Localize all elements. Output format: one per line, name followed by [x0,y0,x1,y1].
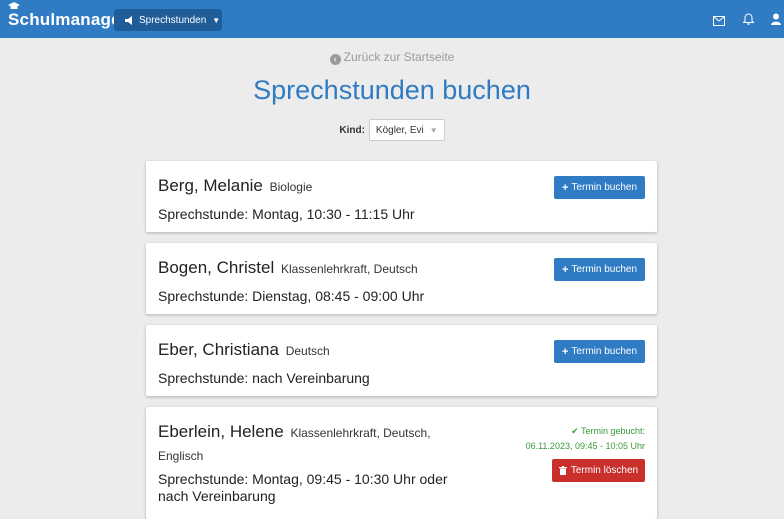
plus-icon: + [561,345,569,358]
office-hours-line1: Sprechstunde: Montag, 09:45 - 10:30 Uhr … [158,471,448,487]
teacher-subjects-continued: Englisch [158,449,204,463]
sprechstunden-menu-button[interactable]: Sprechstunden ▼ [114,9,222,31]
teacher-name: Bogen, Christel [158,258,275,277]
plus-icon: + [561,181,569,194]
teacher-name-line: Bogen, Christel Klassenlehrkraft, Deutsc… [158,258,418,278]
teacher-card: Eber, Christiana Deutsch Sprechstunde: n… [146,325,657,396]
arrow-left-circle-icon: ‹ [329,54,341,65]
office-hours: Sprechstunde: Montag, 09:45 - 10:30 Uhr … [158,471,448,505]
teacher-name-line: Eber, Christiana Deutsch [158,340,330,360]
book-button-label: Termin buchen [571,182,638,193]
graduation-cap-icon [8,2,20,9]
office-hours-line2: nach Vereinbarung [158,488,276,504]
top-navbar: Schulmanager Sprechstunden ▼ [0,0,784,38]
teacher-subjects: Klassenlehrkraft, Deutsch [280,262,418,276]
mail-icon[interactable] [713,13,725,31]
teacher-card: Bogen, Christel Klassenlehrkraft, Deutsc… [146,243,657,314]
teacher-name: Berg, Melanie [158,176,263,195]
delete-appointment-button[interactable]: Termin löschen [552,459,645,482]
sprechstunden-menu-label: Sprechstunden [139,14,207,26]
caret-down-icon: ▼ [429,125,438,135]
teacher-subjects: Klassenlehrkraft, Deutsch, [290,426,431,440]
book-button-label: Termin buchen [571,264,638,275]
bell-icon[interactable] [742,12,755,30]
child-select[interactable]: Kögler, Evi ▼ [368,119,445,141]
caret-down-icon: ▼ [212,15,221,25]
teacher-subjects: Biologie [269,180,313,194]
megaphone-icon [124,15,134,25]
delete-button-label: Termin löschen [570,465,639,476]
teacher-name-line: Eberlein, Helene Klassenlehrkraft, Deuts… [158,421,458,467]
back-to-start-link[interactable]: ‹ Zurück zur Startseite [0,50,784,65]
trash-icon [558,466,567,475]
teacher-name: Eber, Christiana [158,340,279,359]
child-selector-row: Kind: Kögler, Evi ▼ [0,119,784,141]
book-button-label: Termin buchen [571,346,638,357]
book-appointment-button[interactable]: + Termin buchen [554,258,645,281]
user-icon[interactable] [771,12,781,30]
book-appointment-button[interactable]: + Termin buchen [554,176,645,199]
page-title: Sprechstunden buchen [253,75,531,105]
teacher-card: Eberlein, Helene Klassenlehrkraft, Deuts… [146,407,657,519]
booked-status-label: Termin gebucht: [580,426,645,436]
book-appointment-button[interactable]: + Termin buchen [554,340,645,363]
teacher-name-line: Berg, Melanie Biologie [158,176,312,196]
booked-time: 06.11.2023, 09:45 - 10:05 Uhr [525,441,645,451]
child-label: Kind: [339,124,365,136]
brand-logo[interactable]: Schulmanager [8,10,128,30]
check-icon: ✔ [571,426,579,436]
office-hours: Sprechstunde: Dienstag, 08:45 - 09:00 Uh… [158,288,425,304]
booked-status: ✔ Termin gebucht: [571,426,645,437]
plus-icon: + [561,263,569,276]
office-hours: Sprechstunde: nach Vereinbarung [158,370,370,386]
teacher-name: Eberlein, Helene [158,422,284,441]
teacher-subjects: Deutsch [285,344,330,358]
teacher-card: Berg, Melanie Biologie Sprechstunde: Mon… [146,161,657,232]
office-hours: Sprechstunde: Montag, 10:30 - 11:15 Uhr [158,206,415,222]
child-select-value: Kögler, Evi [375,124,424,136]
back-link-label: Zurück zur Startseite [343,50,455,64]
